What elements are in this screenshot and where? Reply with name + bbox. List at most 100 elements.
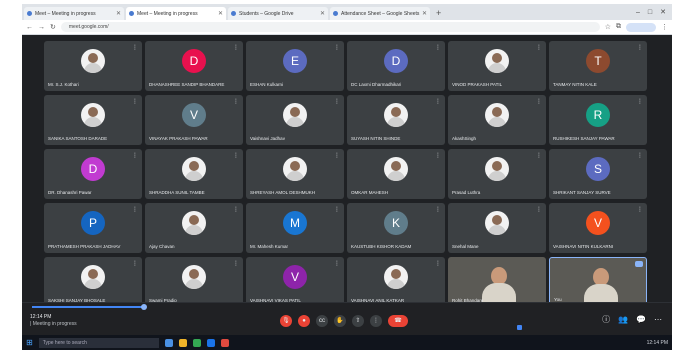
participant-tile[interactable]: ⋮ Prasad Luthra	[448, 149, 546, 199]
camera-button[interactable]: ●	[298, 315, 310, 327]
mic-muted-icon: ⋮	[132, 153, 138, 159]
participant-tile[interactable]: ⋮ SUYASH NITIN SHINDE	[347, 95, 445, 145]
participant-avatar	[283, 103, 307, 127]
url-field[interactable]: meet.google.com/	[60, 22, 600, 32]
participant-tile[interactable]: V ⋮ VAISHNAVI VIKAS PATIL	[246, 257, 344, 307]
participant-name: Snehal Mane	[452, 244, 479, 249]
extensions-icon[interactable]: ⧉	[616, 23, 621, 31]
participant-name: DC Laxmi Dharmadhikari	[351, 82, 402, 87]
chat-icon[interactable]: 💬	[636, 315, 646, 325]
file-explorer-icon[interactable]	[178, 338, 187, 347]
people-icon[interactable]: 👥	[618, 315, 628, 325]
minimize-button[interactable]: –	[636, 6, 640, 20]
maximize-button[interactable]: □	[648, 6, 652, 20]
participant-tile[interactable]: S ⋮ SHRIKANT SANJAY SURVE	[549, 149, 647, 199]
participant-tile[interactable]: P ⋮ PRATHAMESH PRAKASH JADHAV	[44, 203, 142, 253]
participant-tile[interactable]: ⋮ Vaishnavi Jadhav	[246, 95, 344, 145]
windows-start-icon[interactable]: ⊞	[26, 338, 33, 347]
participant-tile[interactable]: ⋮ Swami Pradip	[145, 257, 243, 307]
browser-tab[interactable]: Attendance Sheet – Google Sheets ✕	[330, 7, 430, 20]
participant-tile[interactable]: ⋮ SANIKA SANTOSH DARADE	[44, 95, 142, 145]
participant-tile[interactable]: ⋮ SHREYASH AMOL DESHMUKH	[246, 149, 344, 199]
tab-close-icon[interactable]: ✕	[116, 10, 121, 17]
participant-tile[interactable]: ⋮ SAKSHI SANJAY BHOSALE	[44, 257, 142, 307]
participant-avatar: R	[586, 103, 610, 127]
browser-tab[interactable]: Meet – Meeting in progress ✕	[24, 7, 124, 20]
task-view-icon[interactable]	[164, 338, 173, 347]
participant-tile[interactable]: E ⋮ ESHAN Kulkarni	[246, 41, 344, 91]
meeting-control-bar: 12:14 PM | Meeting in progress 🎙 ● cc ✋ ⇧ ⋮ ☎ …	[22, 302, 672, 335]
participant-tile[interactable]: ⋮ OMKAR MAHESH	[347, 149, 445, 199]
participant-tile[interactable]: V ⋮ VINAYAK PRAKASH PAWAR	[145, 95, 243, 145]
participant-tile[interactable]: V ⋮ VAISHNAVI NITIN KULKARNI	[549, 203, 647, 253]
app-icon[interactable]	[220, 338, 229, 347]
reload-icon[interactable]: ↻	[50, 23, 56, 31]
present-button[interactable]: ⇧	[352, 315, 364, 327]
activities-icon[interactable]: ⋯	[654, 315, 662, 325]
participant-name: ESHAN Kulkarni	[250, 82, 284, 87]
participant-tile[interactable]: ⋮ VAISHNAVI ANIL KATKAR	[347, 257, 445, 307]
participant-avatar: P	[81, 211, 105, 235]
participant-tile[interactable]: ⋮ Ajay Chavan	[145, 203, 243, 253]
tab-favicon-icon	[333, 11, 338, 16]
tab-title: Attendance Sheet – Google Sheets	[341, 10, 420, 17]
tab-close-icon[interactable]: ✕	[218, 10, 223, 17]
participant-name: VINAYAK PRAKASH PAWAR	[149, 136, 208, 141]
info-icon[interactable]: ⓘ	[602, 315, 610, 325]
status-indicator	[517, 325, 522, 330]
progress-knob[interactable]	[141, 304, 147, 310]
mic-button[interactable]: 🎙	[280, 315, 292, 327]
participant-avatar	[384, 265, 408, 289]
participant-tile[interactable]: D ⋮ DC Laxmi Dharmadhikari	[347, 41, 445, 91]
participant-tile[interactable]: D ⋮ DHANASHREE SANDIP BHANDARE	[145, 41, 243, 91]
participant-name: SHRADDHA SUNIL TAMBE	[149, 190, 205, 195]
participant-avatar	[182, 265, 206, 289]
participant-tile[interactable]: Rohit Bhandare	[448, 257, 546, 307]
taskbar-search-input[interactable]: Type here to search	[38, 337, 159, 348]
mic-muted-icon: ⋮	[233, 153, 239, 159]
tab-close-icon[interactable]: ✕	[422, 10, 427, 17]
tab-favicon-icon	[129, 11, 134, 16]
profile-button[interactable]	[626, 22, 656, 32]
new-tab-button[interactable]: +	[432, 7, 445, 20]
participant-tile[interactable]: ⋮ VINOD PRAKASH PATIL	[448, 41, 546, 91]
raise-hand-button[interactable]: ✋	[334, 315, 346, 327]
menu-icon[interactable]: ⋮	[661, 23, 668, 31]
browser-tab[interactable]: Students – Google Drive ✕	[228, 7, 328, 20]
mic-muted-icon: ⋮	[233, 207, 239, 213]
more-options-button[interactable]: ⋮	[370, 315, 382, 327]
taskbar: ⊞ Type here to search 12:14 PM	[22, 335, 672, 350]
mic-muted-icon: ⋮	[233, 261, 239, 267]
participant-tile[interactable]: ⋮ Snehal Mane	[448, 203, 546, 253]
leave-call-button[interactable]: ☎	[388, 315, 408, 327]
participant-tile[interactable]: R ⋮ RUSHIKESH SANJAY PAWAR	[549, 95, 647, 145]
participant-tile[interactable]: You	[549, 257, 647, 307]
participant-avatar	[485, 49, 509, 73]
call-controls: 🎙 ● cc ✋ ⇧ ⋮ ☎	[280, 315, 408, 327]
mic-muted-icon: ⋮	[334, 45, 340, 51]
tray-clock: 12:14 PM	[646, 339, 668, 346]
close-window-button[interactable]: ✕	[660, 6, 666, 20]
captions-button[interactable]: cc	[316, 315, 328, 327]
chrome-icon[interactable]	[192, 338, 201, 347]
participant-tile[interactable]: K ⋮ KAUSTUBH KISHOR KADAM	[347, 203, 445, 253]
star-icon[interactable]: ☆	[605, 23, 611, 31]
participant-tile[interactable]: M ⋮ Mr. Mahesh Kumar	[246, 203, 344, 253]
mic-muted-icon: ⋮	[132, 45, 138, 51]
participant-name: SANIKA SANTOSH DARADE	[48, 136, 108, 141]
browser-tab[interactable]: Meet – Meeting in progress ✕	[126, 7, 226, 20]
back-icon[interactable]: ←	[26, 24, 33, 31]
mic-muted-icon: ⋮	[637, 207, 643, 213]
tab-close-icon[interactable]: ✕	[320, 10, 325, 17]
mic-muted-icon: ⋮	[132, 261, 138, 267]
participant-tile[interactable]: ⋮ SHRADDHA SUNIL TAMBE	[145, 149, 243, 199]
participant-tile[interactable]: D ⋮ DR. Dhanashri Pawar	[44, 149, 142, 199]
participant-avatar: V	[586, 211, 610, 235]
edge-icon[interactable]	[206, 338, 215, 347]
forward-icon[interactable]: →	[38, 24, 45, 31]
participant-avatar	[81, 49, 105, 73]
participant-tile[interactable]: ⋮ AkashSingh	[448, 95, 546, 145]
participant-tile[interactable]: T ⋮ TANMAY NITIN KALE	[549, 41, 647, 91]
participant-tile[interactable]: ⋮ Mr. S.J. Kothari	[44, 41, 142, 91]
participant-name: SHRIKANT SANJAY SURVE	[553, 190, 611, 195]
